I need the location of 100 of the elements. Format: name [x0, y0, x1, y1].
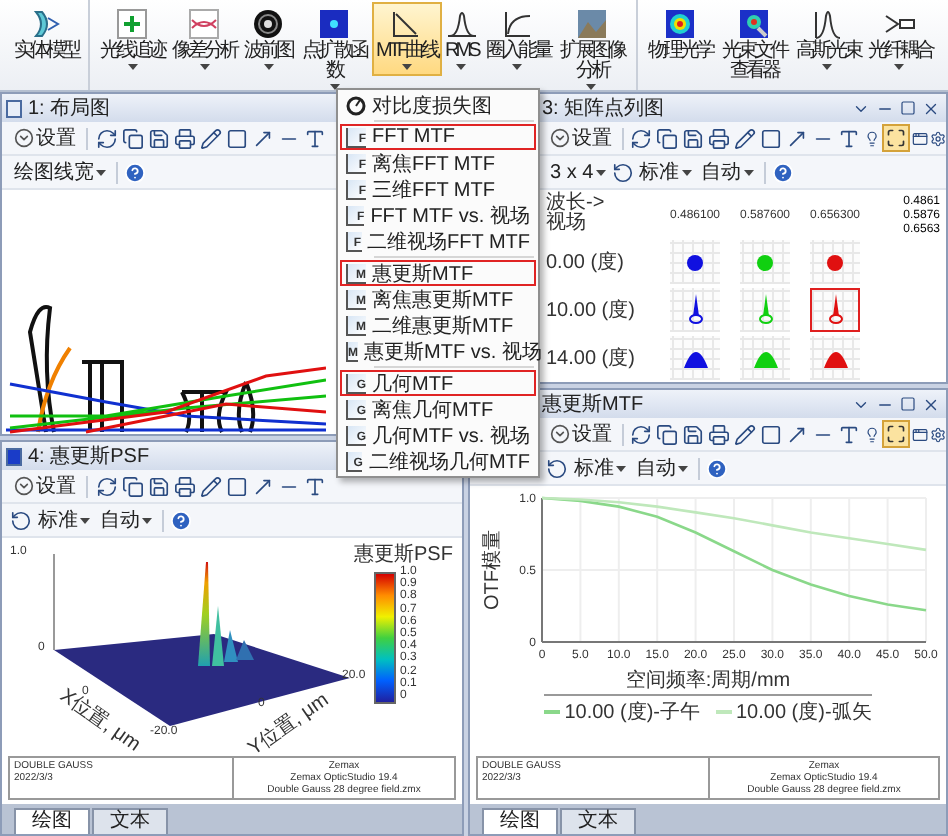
- window-icon[interactable]: [911, 423, 928, 445]
- maximize-icon[interactable]: [900, 100, 916, 116]
- bulb-icon[interactable]: [863, 423, 880, 445]
- bell-curve-icon: [811, 8, 844, 40]
- dropdown-button[interactable]: 标准: [34, 506, 94, 534]
- ribbon-button[interactable]: 圈入能量: [481, 2, 554, 76]
- settings-button[interactable]: 设置: [546, 124, 616, 152]
- pencil-icon[interactable]: [199, 475, 221, 497]
- settings-button[interactable]: 设置: [10, 472, 80, 500]
- close-icon[interactable]: [922, 395, 940, 413]
- axis-title: 空间频率:周期/mm: [625, 667, 791, 694]
- dropdown-button[interactable]: 3 x 4: [546, 158, 610, 186]
- settings-icon[interactable]: [929, 423, 946, 445]
- copy-icon[interactable]: [656, 423, 679, 445]
- fit-view-button[interactable]: [881, 420, 910, 448]
- help-icon[interactable]: [124, 161, 146, 183]
- menu-item[interactable]: 对比度损失图: [340, 92, 536, 118]
- settings-button[interactable]: 设置: [546, 420, 616, 448]
- text-tool-icon[interactable]: [303, 127, 325, 149]
- collapse-icon: [14, 128, 34, 148]
- save-icon[interactable]: [147, 127, 169, 149]
- text-tool-icon[interactable]: [838, 423, 861, 445]
- help-icon[interactable]: [771, 161, 794, 183]
- gauge-icon: [346, 95, 366, 115]
- maximize-icon[interactable]: [900, 396, 916, 412]
- axis-label: 视场: [546, 214, 588, 234]
- window-icon[interactable]: [911, 127, 928, 149]
- rectangle-icon[interactable]: [225, 475, 247, 497]
- lens-icon: [30, 8, 62, 40]
- print-icon[interactable]: [173, 475, 195, 497]
- view-tab[interactable]: 文本: [92, 808, 168, 834]
- arrow-icon[interactable]: [251, 475, 273, 497]
- field-label: 14.00 (度): [546, 345, 637, 372]
- rectangle-icon[interactable]: [760, 423, 783, 445]
- reset-icon[interactable]: [546, 457, 568, 479]
- aberration-icon: [188, 8, 220, 40]
- close-icon[interactable]: [922, 99, 940, 117]
- settings-button[interactable]: 设置: [10, 124, 80, 152]
- refresh-icon[interactable]: [630, 127, 653, 149]
- pencil-icon[interactable]: [199, 127, 221, 149]
- rectangle-icon[interactable]: [225, 127, 247, 149]
- view-tab[interactable]: 绘图: [482, 808, 558, 834]
- refresh-icon[interactable]: [95, 127, 117, 149]
- axis-title: OTF模量: [482, 530, 504, 610]
- help-icon[interactable]: [170, 509, 192, 531]
- refresh-icon[interactable]: [630, 423, 653, 445]
- arrow-icon[interactable]: [786, 127, 809, 149]
- dropdown-button[interactable]: 标准: [570, 454, 630, 482]
- ribbon-button[interactable]: 物理光学: [643, 2, 716, 68]
- arrow-icon[interactable]: [251, 127, 273, 149]
- view-tab[interactable]: 绘图: [14, 808, 90, 834]
- caret-icon: [678, 465, 688, 471]
- refresh-icon[interactable]: [95, 475, 117, 497]
- print-icon[interactable]: [173, 127, 195, 149]
- arrow-icon[interactable]: [786, 423, 809, 445]
- ribbon-button[interactable]: 实体模型: [10, 2, 82, 68]
- copy-icon[interactable]: [121, 127, 143, 149]
- dropdown-button[interactable]: 自动: [697, 158, 758, 186]
- ribbon-button[interactable]: 光束文件查看器: [715, 2, 792, 88]
- save-icon[interactable]: [682, 127, 705, 149]
- rectangle-icon[interactable]: [760, 127, 783, 149]
- caret-icon: [80, 517, 90, 523]
- collapse-icon: [550, 424, 570, 444]
- pencil-icon[interactable]: [734, 127, 757, 149]
- window-title: 4: 惠更斯PSF: [28, 443, 150, 470]
- text-tool-icon[interactable]: [303, 475, 325, 497]
- save-icon[interactable]: [147, 475, 169, 497]
- window-title: 惠更斯MTF: [542, 391, 644, 418]
- ribbon-button[interactable]: RMS: [441, 2, 482, 76]
- copy-icon[interactable]: [121, 475, 143, 497]
- print-icon[interactable]: [708, 127, 731, 149]
- ribbon-button[interactable]: 像差分析: [168, 2, 240, 76]
- legend-swatch: [544, 708, 561, 716]
- help-icon[interactable]: [706, 457, 728, 479]
- ribbon-button[interactable]: 光线追迹: [96, 2, 168, 76]
- dropdown-button[interactable]: 标准: [635, 158, 696, 186]
- reset-icon[interactable]: [611, 161, 634, 183]
- dropdown-button[interactable]: 自动: [96, 506, 156, 534]
- ribbon-button[interactable]: MTF曲线: [372, 2, 442, 76]
- reset-icon[interactable]: [10, 509, 32, 531]
- dropdown-button[interactable]: 自动: [632, 454, 692, 482]
- pencil-icon[interactable]: [734, 423, 757, 445]
- copy-icon[interactable]: [656, 127, 679, 149]
- ribbon-button[interactable]: 高斯光束: [791, 2, 864, 76]
- ribbon-button[interactable]: 光纤耦合: [863, 2, 936, 76]
- ribbon-button[interactable]: 点扩散函数: [296, 2, 372, 96]
- settings-icon[interactable]: [929, 127, 946, 149]
- dropdown-button[interactable]: 绘图线宽: [10, 158, 110, 186]
- energy-curve-icon: [501, 8, 534, 40]
- save-icon[interactable]: [682, 423, 705, 445]
- fit-view-button[interactable]: [881, 124, 910, 152]
- mtf-curve-icon: [390, 8, 423, 40]
- image-icon: [575, 8, 608, 40]
- ribbon-button[interactable]: 波前图: [240, 2, 296, 76]
- print-icon[interactable]: [708, 423, 731, 445]
- legend-text: 10.00 (度)-子午: [564, 699, 700, 726]
- caret-icon: [681, 169, 692, 175]
- bulb-icon[interactable]: [863, 127, 880, 149]
- text-tool-icon[interactable]: [838, 127, 861, 149]
- view-tab[interactable]: 文本: [560, 808, 636, 834]
